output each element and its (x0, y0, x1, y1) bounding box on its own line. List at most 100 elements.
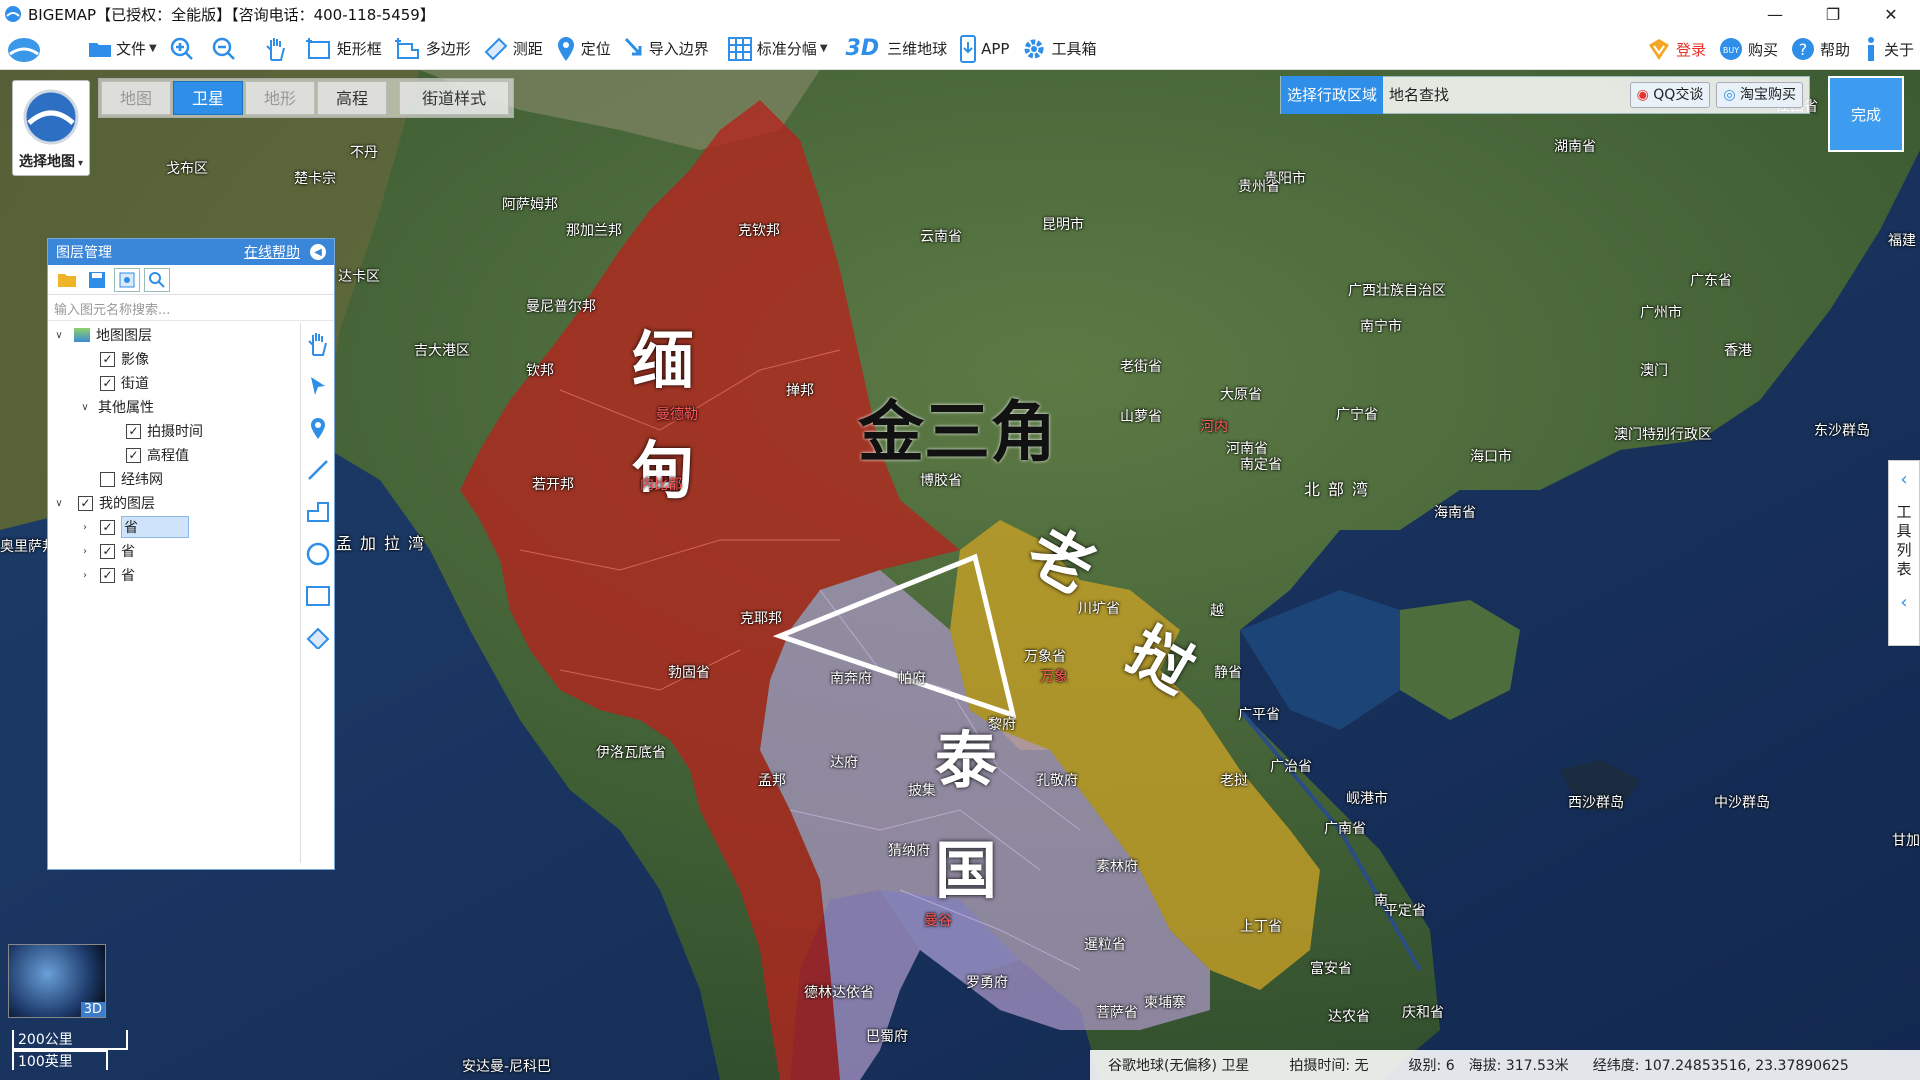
locate-button[interactable]: 定位 (549, 32, 617, 66)
checkbox[interactable]: ✓ (126, 423, 141, 439)
status-shot-time: 拍摄时间: 无 (1289, 1058, 1369, 1074)
tab-place-search[interactable]: 地名查找 (1383, 76, 1455, 114)
chevron-down-icon: ▼ (819, 43, 828, 54)
checkbox[interactable]: ✓ (100, 375, 115, 391)
expand-arrow-icon[interactable]: ∨ (78, 402, 92, 413)
collapse-panel-icon[interactable]: ◀ (310, 244, 326, 260)
file-menu[interactable]: 文件 ▼ (82, 32, 163, 66)
ruler-icon (484, 37, 508, 60)
tree-item-shot-time[interactable]: ✓ 拍摄时间 (48, 419, 296, 443)
measure-button[interactable]: 测距 (477, 32, 549, 66)
place-label: 广宁省 (1336, 407, 1378, 423)
zoom-out-button[interactable] (205, 32, 247, 66)
login-button[interactable]: 登录 (1640, 32, 1712, 66)
checkbox[interactable]: ✓ (100, 543, 115, 559)
checkbox[interactable]: ✓ (100, 567, 115, 583)
import-boundary-button[interactable]: 导入边界 (617, 32, 715, 66)
place-label: 安达曼-尼科巴 (462, 1059, 552, 1075)
3d-earth-button[interactable]: 3D 三维地球 (840, 32, 954, 66)
standard-sheet-button[interactable]: 标准分幅 ▼ (721, 32, 834, 66)
restore-button[interactable]: ❐ (1804, 0, 1862, 28)
place-label: 贵州省 (1238, 179, 1280, 195)
place-label: 伊洛瓦底省 (596, 745, 666, 761)
open-folder-icon[interactable] (54, 268, 80, 292)
help-button[interactable]: ? 帮助 (1784, 32, 1856, 66)
chevron-left-icon[interactable]: ‹ (1900, 592, 1907, 613)
tree-item-province[interactable]: › ✓ 省 (48, 539, 296, 563)
layer-manager-panel: 图层管理 在线帮助 ◀ 输入图元名称搜索... ∨ 地图图层 ✓ 影像 ✓ 街道 ∨… (47, 238, 335, 870)
place-label: 万象 (1040, 669, 1068, 685)
app-label: APP (981, 39, 1010, 58)
minimize-button[interactable]: — (1746, 0, 1804, 28)
marker-tool-icon[interactable] (309, 407, 327, 449)
tab-street-style[interactable]: 街道样式 (399, 81, 510, 115)
place-search-input[interactable] (1455, 76, 1624, 114)
map-selector-label: 选择地图 ▾ (13, 151, 89, 171)
place-label: 掸邦 (786, 383, 814, 399)
layer-search-input[interactable]: 输入图元名称搜索... (48, 295, 334, 321)
checkbox[interactable] (100, 471, 115, 487)
place-label: 庆和省 (1402, 1005, 1444, 1021)
layer-settings-icon[interactable] (114, 267, 140, 292)
tab-map[interactable]: 地图 (101, 81, 172, 115)
toolbox-button[interactable]: 工具箱 (1015, 32, 1102, 66)
tree-item-imagery[interactable]: ✓ 影像 (48, 347, 296, 371)
expand-arrow-icon[interactable]: ∨ (52, 498, 66, 509)
expand-arrow-icon[interactable]: › (78, 522, 92, 533)
place-label: 东沙群岛 (1814, 423, 1870, 439)
rectangle-select-button[interactable]: 矩形框 (299, 32, 388, 66)
buy-button[interactable]: BUY 购买 (1712, 32, 1784, 66)
logo-button[interactable] (0, 32, 52, 66)
tab-select-region[interactable]: 选择行政区域 (1281, 76, 1384, 114)
login-label: 登录 (1675, 40, 1706, 59)
tree-item-graticule[interactable]: 经纬网 (48, 467, 296, 491)
tab-elevation[interactable]: 高程 (317, 81, 388, 115)
tool-list-panel[interactable]: ‹ 工具列表 ‹ (1888, 460, 1920, 646)
expand-arrow-icon[interactable]: › (78, 570, 92, 581)
eraser-tool-icon[interactable] (306, 617, 330, 659)
place-label: 钦邦 (526, 363, 554, 379)
qq-chat-button[interactable]: ◉ QQ交谈 (1629, 82, 1711, 108)
tree-item-other-props[interactable]: ∨ 其他属性 (48, 395, 296, 419)
checkbox[interactable]: ✓ (100, 351, 115, 367)
expand-arrow-icon[interactable]: › (78, 546, 92, 557)
circle-tool-icon[interactable] (306, 533, 330, 575)
chevron-left-icon[interactable]: ‹ (1900, 469, 1907, 490)
tree-item-my-layers[interactable]: ∨ ✓ 我的图层 (48, 491, 296, 515)
checkbox[interactable]: ✓ (126, 447, 141, 463)
taobao-buy-button[interactable]: ◎ 淘宝购买 (1716, 82, 1803, 108)
place-label: 平定省 (1384, 903, 1426, 919)
save-icon[interactable] (84, 268, 110, 292)
tab-satellite[interactable]: 卫星 (173, 81, 244, 115)
search-icon[interactable] (144, 267, 170, 292)
tree-item-province[interactable]: › ✓ 省 (48, 563, 296, 587)
app-button[interactable]: APP (953, 32, 1015, 66)
place-label: 戈布区 (166, 161, 208, 177)
polyline-tool-icon[interactable] (306, 491, 330, 533)
zoom-in-button[interactable] (163, 32, 205, 66)
place-label: 勃固省 (668, 665, 710, 681)
place-label: 克钦邦 (738, 223, 780, 239)
mini-globe[interactable]: 3D (8, 944, 106, 1018)
tree-item-label: 拍摄时间 (147, 424, 203, 440)
tree-item-elevation[interactable]: ✓ 高程值 (48, 443, 296, 467)
line-tool-icon[interactable] (307, 449, 329, 491)
tab-terrain[interactable]: 地形 (245, 81, 316, 115)
layer-manager-header: 图层管理 在线帮助 ◀ (48, 239, 334, 265)
tree-item-map-layers[interactable]: ∨ 地图图层 (48, 323, 296, 347)
map-selector[interactable]: 选择地图 ▾ (12, 80, 90, 176)
about-button[interactable]: 关于 (1856, 32, 1920, 66)
polygon-select-button[interactable]: 多边形 (388, 32, 477, 66)
tree-item-streets[interactable]: ✓ 街道 (48, 371, 296, 395)
done-button[interactable]: 完成 (1828, 76, 1904, 152)
hand-tool-icon[interactable] (306, 323, 330, 365)
online-help-link[interactable]: 在线帮助 (244, 242, 300, 262)
pointer-tool-icon[interactable] (307, 365, 329, 407)
checkbox[interactable]: ✓ (78, 495, 93, 511)
pan-button[interactable] (257, 32, 299, 66)
expand-arrow-icon[interactable]: ∨ (52, 330, 66, 341)
rectangle-tool-icon[interactable] (305, 575, 331, 617)
checkbox[interactable]: ✓ (100, 519, 115, 535)
close-button[interactable]: ✕ (1862, 0, 1920, 28)
tree-item-province[interactable]: › ✓ 省 (48, 515, 296, 539)
